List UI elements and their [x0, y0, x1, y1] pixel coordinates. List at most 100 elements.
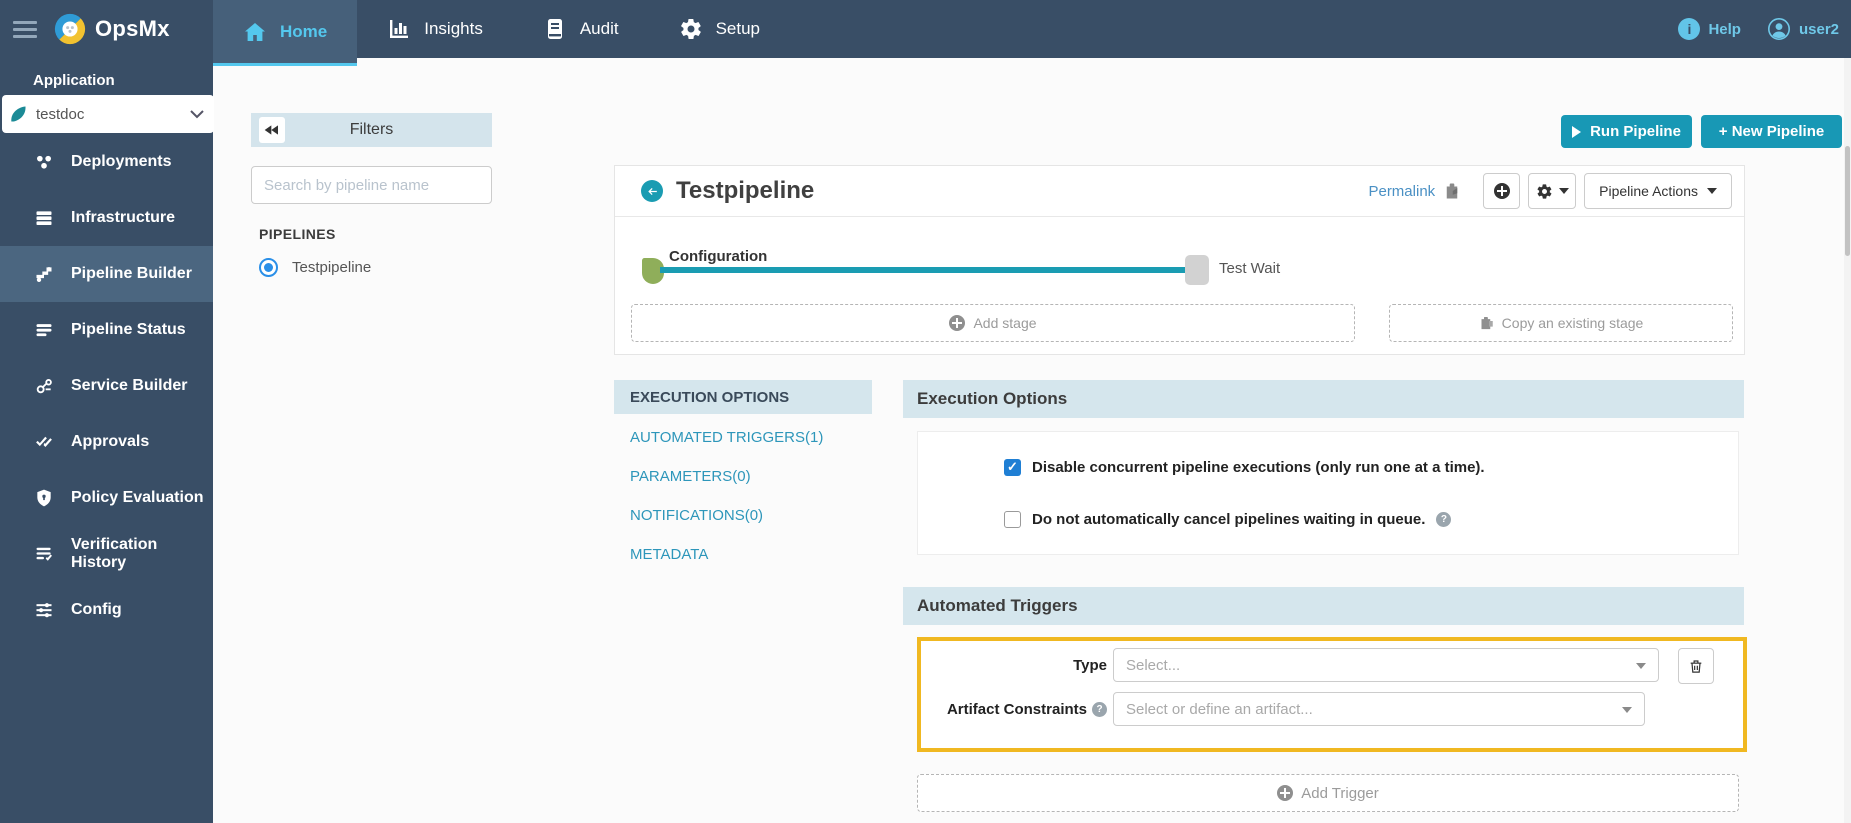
pipeline-card: Testpipeline Permalink Pipeline Actions … [614, 165, 1745, 355]
sidebar-item-deployments[interactable]: Deployments [0, 134, 213, 190]
pipeline-builder-icon [34, 264, 54, 284]
add-stage-quick-button[interactable] [1483, 173, 1520, 209]
filters-header[interactable]: Filters [251, 113, 492, 147]
scrollbar-thumb[interactable] [1845, 146, 1850, 256]
plus-circle-icon [1494, 183, 1510, 199]
sidebar-item-service-builder[interactable]: Service Builder [0, 358, 213, 414]
add-trigger-button[interactable]: Add Trigger [917, 774, 1739, 812]
sidebar-item-label: Pipeline Status [71, 321, 186, 339]
sidebar-item-pipeline-status[interactable]: Pipeline Status [0, 302, 213, 358]
help-label: Help [1708, 21, 1741, 38]
brand-name: OpsMx [95, 16, 170, 42]
help-tooltip-icon[interactable]: ? [1436, 512, 1451, 527]
trigger-type-placeholder: Select... [1126, 657, 1180, 674]
opsmx-logo-icon [53, 12, 87, 46]
gear-icon [1536, 183, 1553, 200]
navbar-brand-area: OpsMx [0, 0, 213, 58]
vertical-scrollbar[interactable] [1844, 58, 1851, 823]
service-builder-icon [34, 376, 54, 396]
tab-execution-options[interactable]: EXECUTION OPTIONS [614, 380, 872, 414]
search-input[interactable] [251, 166, 492, 204]
back-icon[interactable] [641, 180, 663, 202]
checkbox-unchecked-icon[interactable] [1004, 511, 1021, 528]
approvals-icon [34, 432, 54, 452]
filters-title: Filters [285, 121, 458, 139]
checkbox-label: Do not automatically cancel pipelines wa… [1032, 511, 1425, 528]
application-selector[interactable]: testdoc [2, 95, 214, 133]
sidebar-item-label: Policy Evaluation [71, 489, 203, 507]
run-pipeline-button[interactable]: Run Pipeline [1561, 115, 1692, 148]
user-menu[interactable]: user2 [1767, 17, 1839, 41]
radio-selected-icon[interactable] [259, 258, 278, 277]
stage-graph: Configuration Test Wait Add stage Copy a… [615, 217, 1744, 355]
run-pipeline-label: Run Pipeline [1590, 123, 1681, 140]
tab-insights[interactable]: Insights [357, 0, 513, 58]
tab-home[interactable]: Home [213, 0, 357, 66]
stage-node-test-wait[interactable] [1185, 255, 1209, 285]
copy-permalink-icon[interactable] [1443, 182, 1461, 200]
pipeline-actions-label: Pipeline Actions [1599, 183, 1698, 199]
checkbox-checked-icon[interactable] [1004, 459, 1021, 476]
artifact-constraints-select[interactable]: Select or define an artifact... [1113, 692, 1645, 726]
no-auto-cancel-checkbox-row[interactable]: Do not automatically cancel pipelines wa… [1004, 511, 1451, 528]
tab-parameters[interactable]: PARAMETERS(0) [614, 457, 872, 496]
help-tooltip-icon[interactable]: ? [1092, 702, 1107, 717]
delete-trigger-button[interactable] [1678, 648, 1714, 684]
collapse-filters-icon[interactable] [259, 117, 285, 143]
tab-metadata[interactable]: METADATA [614, 535, 872, 574]
navbar-right: i Help user2 [1678, 0, 1839, 58]
sidebar-item-label: Verification History [71, 536, 213, 572]
caret-down-icon [1707, 188, 1717, 194]
nav-tabs: Home Insights Audit Setup [213, 0, 790, 58]
hamburger-menu-icon[interactable] [13, 17, 37, 42]
verification-history-icon [34, 544, 54, 564]
top-navbar: OpsMx Home Insights Audit Setup [0, 0, 1851, 58]
deployments-icon [34, 152, 54, 172]
stage-end-label: Test Wait [1219, 260, 1280, 277]
new-pipeline-button[interactable]: + New Pipeline [1701, 115, 1842, 148]
trigger-type-select[interactable]: Select... [1113, 648, 1659, 682]
permalink-link[interactable]: Permalink [1368, 183, 1435, 200]
execution-options-panel: Disable concurrent pipeline executions (… [917, 431, 1739, 555]
sidebar: Application testdoc Deployments Infrastr… [0, 58, 213, 823]
pipeline-title: Testpipeline [676, 177, 814, 205]
type-label: Type [921, 648, 1107, 682]
selected-application: testdoc [36, 106, 190, 123]
tab-automated-triggers[interactable]: AUTOMATED TRIGGERS(1) [614, 418, 872, 457]
pipeline-status-icon [34, 320, 54, 340]
artifact-constraints-placeholder: Select or define an artifact... [1126, 701, 1313, 718]
plus-circle-icon [949, 315, 965, 331]
sidebar-item-label: Infrastructure [71, 209, 175, 227]
checkbox-label: Disable concurrent pipeline executions (… [1032, 459, 1485, 476]
setup-gear-icon [679, 17, 703, 41]
pipeline-actions-button[interactable]: Pipeline Actions [1584, 173, 1732, 209]
stage-start-label: Configuration [669, 248, 767, 265]
pipelines-heading: PIPELINES [259, 226, 336, 242]
sidebar-item-label: Deployments [71, 153, 171, 171]
sidebar-item-approvals[interactable]: Approvals [0, 414, 213, 470]
add-stage-button[interactable]: Add stage [631, 304, 1355, 342]
sidebar-item-label: Config [71, 601, 122, 619]
sidebar-item-policy-evaluation[interactable]: Policy Evaluation [0, 470, 213, 526]
sidebar-item-verification-history[interactable]: Verification History [0, 526, 213, 582]
tab-insights-label: Insights [424, 19, 483, 39]
insights-icon [387, 17, 411, 41]
sidebar-item-infrastructure[interactable]: Infrastructure [0, 190, 213, 246]
sidebar-item-pipeline-builder[interactable]: Pipeline Builder [0, 246, 213, 302]
tab-audit[interactable]: Audit [513, 0, 649, 58]
sidebar-item-config[interactable]: Config [0, 582, 213, 638]
tab-notifications[interactable]: NOTIFICATIONS(0) [614, 496, 872, 535]
chevron-down-icon [190, 110, 204, 119]
help-button[interactable]: i Help [1678, 18, 1741, 40]
artifact-constraints-label-text: Artifact Constraints [947, 701, 1087, 718]
disable-concurrent-checkbox-row[interactable]: Disable concurrent pipeline executions (… [1004, 459, 1485, 476]
policy-evaluation-icon [34, 488, 54, 508]
pipeline-radio-label: Testpipeline [292, 259, 371, 276]
copy-existing-stage-button[interactable]: Copy an existing stage [1389, 304, 1733, 342]
sidebar-item-label: Approvals [71, 433, 149, 451]
tab-audit-label: Audit [580, 19, 619, 39]
pipeline-settings-button[interactable] [1528, 173, 1576, 209]
copy-stage-label: Copy an existing stage [1502, 315, 1644, 331]
tab-setup[interactable]: Setup [649, 0, 790, 58]
pipeline-radio-testpipeline[interactable]: Testpipeline [259, 258, 371, 277]
